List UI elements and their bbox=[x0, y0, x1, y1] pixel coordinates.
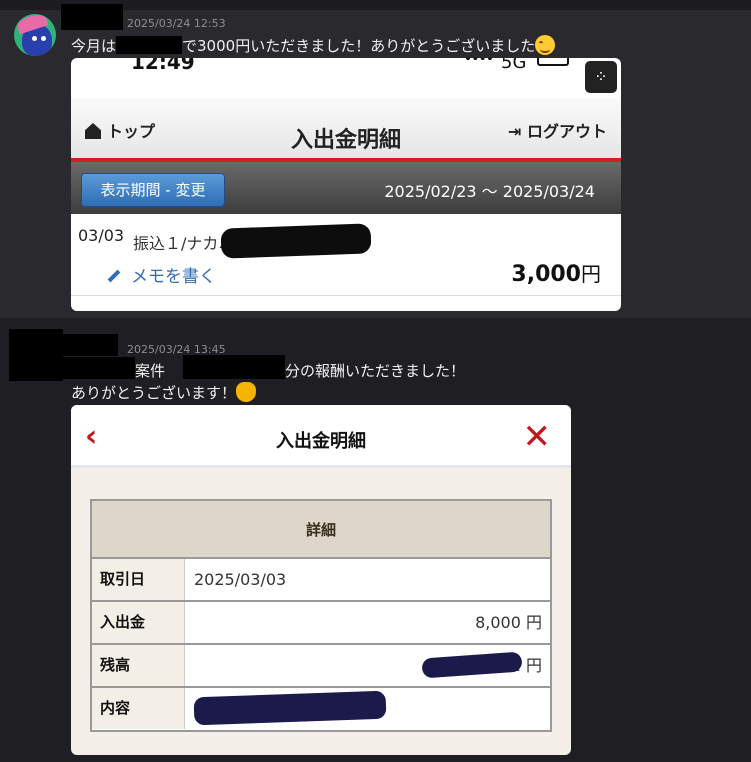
period-change-button[interactable]: 表示期間 - 変更 bbox=[81, 173, 225, 207]
message-1-timestamp: 2025/03/24 12:53 bbox=[127, 17, 226, 30]
logout-label: ログアウト bbox=[526, 122, 607, 141]
detail-table: 詳細 取引日 2025/03/03 入出金 8,000 円 残高 16,342 … bbox=[90, 499, 552, 732]
transaction-amount: 3,000円 bbox=[511, 258, 601, 287]
close-icon[interactable]: ✕ bbox=[523, 417, 552, 457]
message-2-line2-text: ありがとうございます！ bbox=[71, 384, 237, 402]
redacted-name bbox=[116, 36, 183, 54]
battery-icon bbox=[537, 58, 569, 66]
user-avatar[interactable] bbox=[14, 14, 56, 56]
logout-link[interactable]: ⇥ ログアウト bbox=[508, 118, 607, 142]
detail-row-balance: 残高 16,342 円 bbox=[92, 645, 550, 688]
detail-row-amount: 入出金 8,000 円 bbox=[92, 602, 550, 645]
amount-currency: 円 bbox=[581, 262, 601, 286]
message-1-text-part2: で3000円いただきました！ありがとうございました bbox=[182, 37, 536, 55]
detail-value: 8,000 円 bbox=[475, 613, 542, 632]
message-1-text: 今月は で3000円いただきました！ありがとうございました bbox=[71, 35, 556, 56]
detail-label: 残高 bbox=[92, 645, 185, 686]
message-2-line2: ありがとうございます！ bbox=[71, 382, 257, 403]
detail-label: 内容 bbox=[92, 688, 185, 729]
period-bar: 表示期間 - 変更 2025/02/23 ～ 2025/03/24 bbox=[71, 162, 621, 214]
detail-title: 入出金明細 bbox=[276, 431, 366, 452]
memo-label: メモを書く bbox=[131, 267, 216, 287]
redacted-avatar bbox=[9, 329, 63, 381]
pencil-icon bbox=[107, 269, 121, 283]
transaction-date: 03/03 bbox=[78, 226, 125, 245]
signal-icon bbox=[466, 58, 492, 64]
app-switcher-icon[interactable]: ⁘ bbox=[585, 61, 617, 93]
bank-screenshot-1[interactable]: 12:49 5G ⁘ トップ 入出金明細 ⇥ ログアウト 表示期間 - 変更 2… bbox=[71, 58, 621, 311]
top-nav: トップ 入出金明細 ⇥ ログアウト bbox=[71, 98, 621, 158]
logout-icon: ⇥ bbox=[508, 122, 527, 141]
period-range: 2025/02/23 ～ 2025/03/24 bbox=[384, 182, 595, 201]
detail-header: ‹ 入出金明細 ✕ bbox=[71, 405, 571, 468]
status-time: 12:49 bbox=[131, 58, 195, 74]
bowing-person-emoji bbox=[236, 382, 257, 402]
detail-row-content: 内容 ナカニシ ショウタ bbox=[92, 688, 550, 731]
detail-row-date: 取引日 2025/03/03 bbox=[92, 559, 550, 602]
redacted-username bbox=[61, 4, 123, 30]
amount-value: 3,000 bbox=[511, 262, 581, 287]
redacted-text bbox=[183, 355, 285, 379]
detail-label: 入出金 bbox=[92, 602, 185, 643]
transaction-row[interactable]: 03/03 振込１/ナカニシ メモを書く 3,000円 bbox=[71, 214, 621, 296]
message-2-text: 分の報酬いただきました！ bbox=[285, 362, 466, 380]
smiling-face-emoji bbox=[535, 35, 556, 55]
detail-value: 2025/03/03 bbox=[194, 570, 287, 589]
avatar-eye bbox=[41, 36, 46, 41]
memo-link[interactable]: メモを書く bbox=[107, 262, 216, 287]
redaction-scribble bbox=[220, 223, 372, 259]
avatar-eye bbox=[32, 36, 37, 41]
detail-table-header: 詳細 bbox=[92, 501, 550, 559]
network-label: 5G bbox=[501, 58, 527, 73]
message-1-text-part1: 今月は bbox=[71, 37, 117, 55]
redacted-username bbox=[63, 334, 118, 356]
message-2-case-label: 案件 bbox=[135, 362, 166, 380]
bank-screenshot-2[interactable]: ‹ 入出金明細 ✕ 詳細 取引日 2025/03/03 入出金 8,000 円 … bbox=[71, 405, 571, 755]
redaction-scribble bbox=[193, 690, 387, 726]
detail-label: 取引日 bbox=[92, 559, 185, 600]
redacted-text bbox=[63, 357, 135, 379]
